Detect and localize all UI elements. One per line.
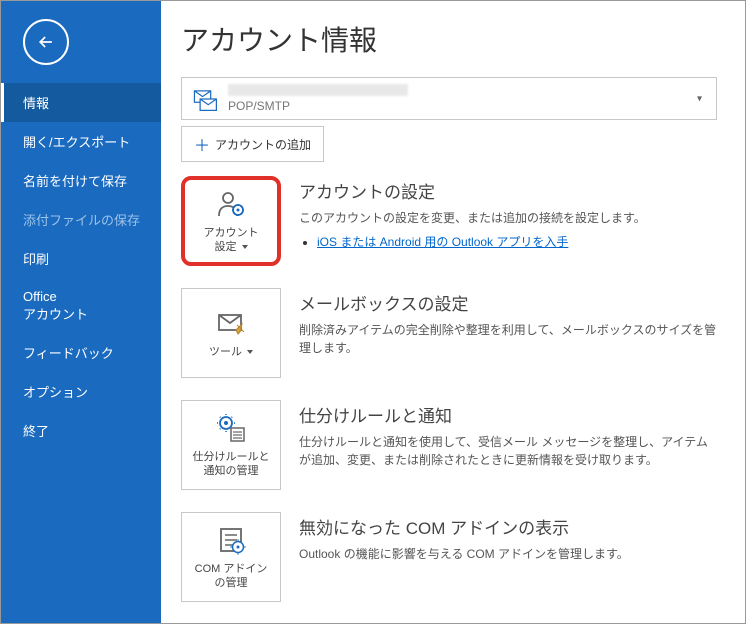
- section-button-2[interactable]: 仕分けルールと通知の管理: [181, 400, 281, 490]
- nav-item-3: 添付ファイルの保存: [1, 200, 161, 239]
- section-button-label: 仕分けルールと通知の管理: [193, 450, 270, 479]
- nav-item-0[interactable]: 情報: [1, 83, 161, 122]
- section-title: 無効になった COM アドインの表示: [299, 514, 717, 539]
- nav-item-7[interactable]: オプション: [1, 372, 161, 411]
- section-icon-3: [215, 524, 247, 556]
- nav-item-6[interactable]: フィードバック: [1, 333, 161, 372]
- nav-item-2[interactable]: 名前を付けて保存: [1, 161, 161, 200]
- account-selector[interactable]: POP/SMTP ▾: [181, 77, 717, 120]
- arrow-left-icon: [36, 32, 56, 52]
- nav-item-1[interactable]: 開く/エクスポート: [1, 122, 161, 161]
- section-button-label: ツール: [209, 345, 253, 359]
- nav-item-4[interactable]: 印刷: [1, 239, 161, 278]
- outlook-app-link[interactable]: iOS または Android 用の Outlook アプリを入手: [317, 235, 568, 249]
- section-desc: このアカウントの設定を変更、または追加の接続を設定します。: [299, 209, 717, 227]
- nav-item-8[interactable]: 終了: [1, 411, 161, 450]
- section-1: ツール メールボックスの設定削除済みアイテムの完全削除や整理を利用して、メールボ…: [181, 288, 717, 378]
- add-account-label: アカウントの追加: [215, 136, 311, 153]
- section-title: メールボックスの設定: [299, 290, 717, 315]
- nav-item-5[interactable]: Officeアカウント: [1, 278, 161, 333]
- add-account-button[interactable]: ＋ アカウントの追加: [181, 126, 324, 162]
- section-icon-0: [215, 188, 247, 220]
- section-icon-1: [215, 307, 247, 339]
- section-desc: Outlook の機能に影響を与える COM アドインを管理します。: [299, 545, 717, 563]
- section-3: COM アドインの管理 無効になった COM アドインの表示 Outlook の機能…: [181, 512, 717, 602]
- section-button-1[interactable]: ツール: [181, 288, 281, 378]
- section-button-3[interactable]: COM アドインの管理: [181, 512, 281, 602]
- section-0: アカウント設定 アカウントの設定このアカウントの設定を変更、または追加の接続を設…: [181, 176, 717, 266]
- section-desc: 仕分けルールと通知を使用して、受信メール メッセージを整理し、アイテムが追加、変…: [299, 433, 717, 469]
- section-title: アカウントの設定: [299, 178, 717, 203]
- page-title: アカウント情報: [181, 19, 717, 59]
- back-button[interactable]: [23, 19, 69, 65]
- mail-icon: [192, 86, 218, 112]
- plus-icon: ＋: [194, 132, 210, 156]
- section-2: 仕分けルールと通知の管理 仕分けルールと通知仕分けルールと通知を使用して、受信メー…: [181, 400, 717, 490]
- account-email-redacted: [228, 84, 408, 96]
- chevron-down-icon: ▾: [697, 93, 702, 104]
- section-desc: 削除済みアイテムの完全削除や整理を利用して、メールボックスのサイズを管理します。: [299, 321, 717, 357]
- section-icon-2: [215, 412, 247, 444]
- section-button-label: COM アドインの管理: [195, 562, 268, 591]
- section-button-label: アカウント設定: [204, 226, 259, 255]
- account-protocol: POP/SMTP: [228, 99, 408, 113]
- section-title: 仕分けルールと通知: [299, 402, 717, 427]
- section-button-0[interactable]: アカウント設定: [181, 176, 281, 266]
